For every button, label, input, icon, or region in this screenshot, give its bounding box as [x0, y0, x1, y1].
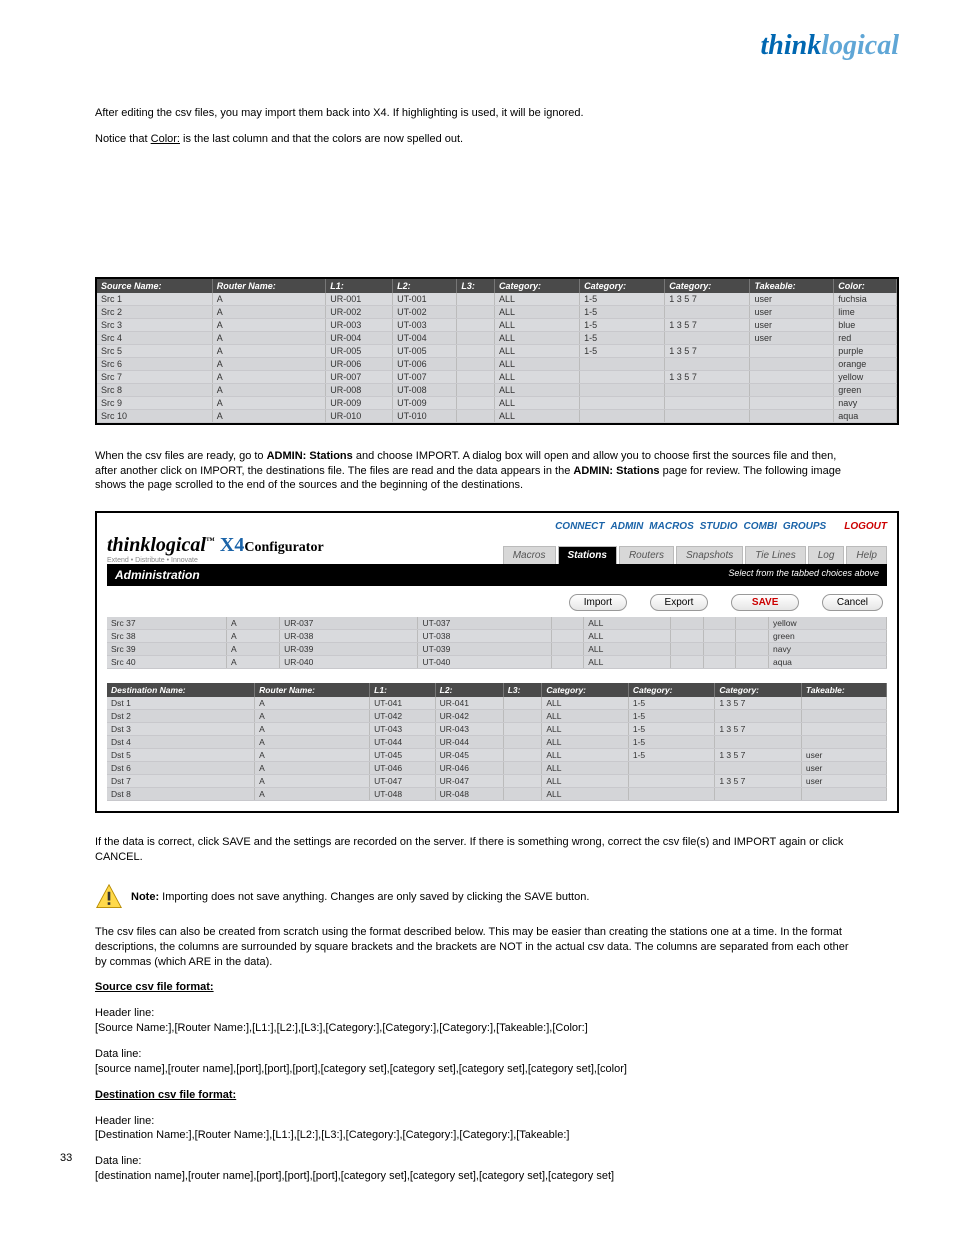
source-table: Source Name:Router Name:L1:L2:L3:Categor…	[97, 279, 897, 423]
tab-stations[interactable]: Stations	[558, 546, 617, 564]
table-row: Dst 4AUT-044UR-044ALL1-5	[107, 736, 887, 749]
top-nav: CONNECT ADMIN MACROS STUDIO COMBI GROUPS LOGOU…	[107, 521, 887, 532]
page-brand: thinklogical	[761, 30, 899, 62]
table-row: Src 10AUR-010UT-010ALLaqua	[97, 409, 897, 422]
sub-tabs: MacrosStationsRoutersSnapshotsTie LinesL…	[501, 545, 887, 564]
import-button[interactable]: Import	[569, 594, 627, 611]
admin-bar: Administration Select from the tabbed ch…	[107, 564, 887, 586]
table-row: Src 38AUR-038UT-038ALLgreen	[107, 630, 887, 643]
table-row: Src 1AUR-001UT-001ALL1-51 3 5 7userfuchs…	[97, 293, 897, 306]
table-row: Src 2AUR-002UT-002ALL1-5userlime	[97, 305, 897, 318]
warning-icon	[95, 883, 123, 911]
nav-macros[interactable]: MACROS	[649, 521, 693, 532]
tab-macros[interactable]: Macros	[503, 546, 556, 564]
column-header: Destination Name:	[107, 683, 255, 697]
screenshot-panel: CONNECT ADMIN MACROS STUDIO COMBI GROUPS LOGOU…	[95, 511, 899, 813]
column-header: Category:	[542, 683, 629, 697]
column-header: Router Name:	[212, 279, 326, 293]
shot-destination-table: Destination Name:Router Name:L1:L2:L3:Ca…	[107, 683, 887, 801]
column-header: Category:	[494, 279, 579, 293]
tab-tie-lines[interactable]: Tie Lines	[745, 546, 806, 564]
table-row: Src 40AUR-040UT-040ALLaqua	[107, 656, 887, 669]
tab-log[interactable]: Log	[808, 546, 845, 564]
dst-format-header: Destination csv file format:	[95, 1088, 859, 1103]
table-row: Src 6AUR-006UT-006ALLorange	[97, 357, 897, 370]
src-format-header: Source csv file format:	[95, 980, 859, 995]
table-row: Src 7AUR-007UT-007ALL1 3 5 7yellow	[97, 370, 897, 383]
table-row: Src 3AUR-003UT-003ALL1-51 3 5 7userblue	[97, 318, 897, 331]
table-row: Dst 2AUT-042UR-042ALL1-5	[107, 710, 887, 723]
column-header: L3:	[457, 279, 495, 293]
admin-title: Administration	[115, 568, 200, 582]
page-number: 33	[60, 1152, 72, 1164]
column-header: L1:	[370, 683, 436, 697]
table-row: Src 8AUR-008UT-008ALLgreen	[97, 383, 897, 396]
intro-paragraph-1: After editing the csv files, you may imp…	[95, 106, 859, 121]
nav-studio[interactable]: STUDIO	[700, 521, 738, 532]
column-header: Category:	[715, 683, 802, 697]
note-row: Note: Importing does not save anything. …	[95, 883, 899, 911]
cancel-button[interactable]: Cancel	[822, 594, 883, 611]
table-row: Dst 6AUT-046UR-046ALLuser	[107, 762, 887, 775]
table-row: Src 37AUR-037UT-037ALLyellow	[107, 617, 887, 630]
shot-source-tail-table: Src 37AUR-037UT-037ALLyellowSrc 38AUR-03…	[107, 617, 887, 669]
table-row: Src 9AUR-009UT-009ALLnavy	[97, 396, 897, 409]
nav-logout[interactable]: LOGOUT	[844, 521, 887, 532]
column-header: Source Name:	[97, 279, 212, 293]
export-button[interactable]: Export	[650, 594, 709, 611]
import-instructions: When the csv files are ready, go to ADMI…	[95, 449, 859, 494]
button-row: Import Export SAVE Cancel	[107, 586, 887, 617]
column-header: Category:	[665, 279, 750, 293]
tab-routers[interactable]: Routers	[619, 546, 674, 564]
save-button[interactable]: SAVE	[731, 594, 800, 611]
app-logo: thinklogical™ X4Configurator	[107, 534, 324, 557]
save-instructions: If the data is correct, click SAVE and t…	[95, 835, 859, 865]
column-header: Router Name:	[255, 683, 370, 697]
column-header: L1:	[326, 279, 393, 293]
tab-snapshots[interactable]: Snapshots	[676, 546, 743, 564]
column-header: Takeable:	[801, 683, 886, 697]
column-header: Color:	[834, 279, 897, 293]
nav-connect[interactable]: CONNECT	[555, 521, 604, 532]
table-row: Dst 8AUT-048UR-048ALL	[107, 788, 887, 801]
nav-admin[interactable]: ADMIN	[611, 521, 644, 532]
nav-combi[interactable]: COMBI	[744, 521, 777, 532]
column-header: Category:	[628, 683, 715, 697]
table-row: Src 39AUR-039UT-039ALLnavy	[107, 643, 887, 656]
source-table-panel: Source Name:Router Name:L1:L2:L3:Categor…	[95, 277, 899, 425]
table-row: Dst 1AUT-041UR-041ALL1-51 3 5 7	[107, 697, 887, 710]
table-row: Dst 3AUT-043UR-043ALL1-51 3 5 7	[107, 723, 887, 736]
table-row: Dst 5AUT-045UR-045ALL1-51 3 5 7user	[107, 749, 887, 762]
nav-groups[interactable]: GROUPS	[783, 521, 826, 532]
intro-paragraph-2: Notice that Color: is the last column an…	[95, 132, 859, 147]
column-header: L2:	[393, 279, 457, 293]
csv-format-intro: The csv files can also be created from s…	[95, 925, 859, 970]
column-header: L2:	[435, 683, 503, 697]
admin-hint: Select from the tabbed choices above	[728, 568, 879, 582]
column-header: L3:	[503, 683, 542, 697]
table-row: Src 5AUR-005UT-005ALL1-51 3 5 7purple	[97, 344, 897, 357]
table-row: Dst 7AUT-047UR-047ALL1 3 5 7user	[107, 775, 887, 788]
table-row: Src 4AUR-004UT-004ALL1-5userred	[97, 331, 897, 344]
tab-help[interactable]: Help	[846, 546, 887, 564]
logo-tagline: Extend • Distribute • Innovate	[107, 557, 324, 564]
column-header: Category:	[580, 279, 665, 293]
column-header: Takeable:	[750, 279, 834, 293]
